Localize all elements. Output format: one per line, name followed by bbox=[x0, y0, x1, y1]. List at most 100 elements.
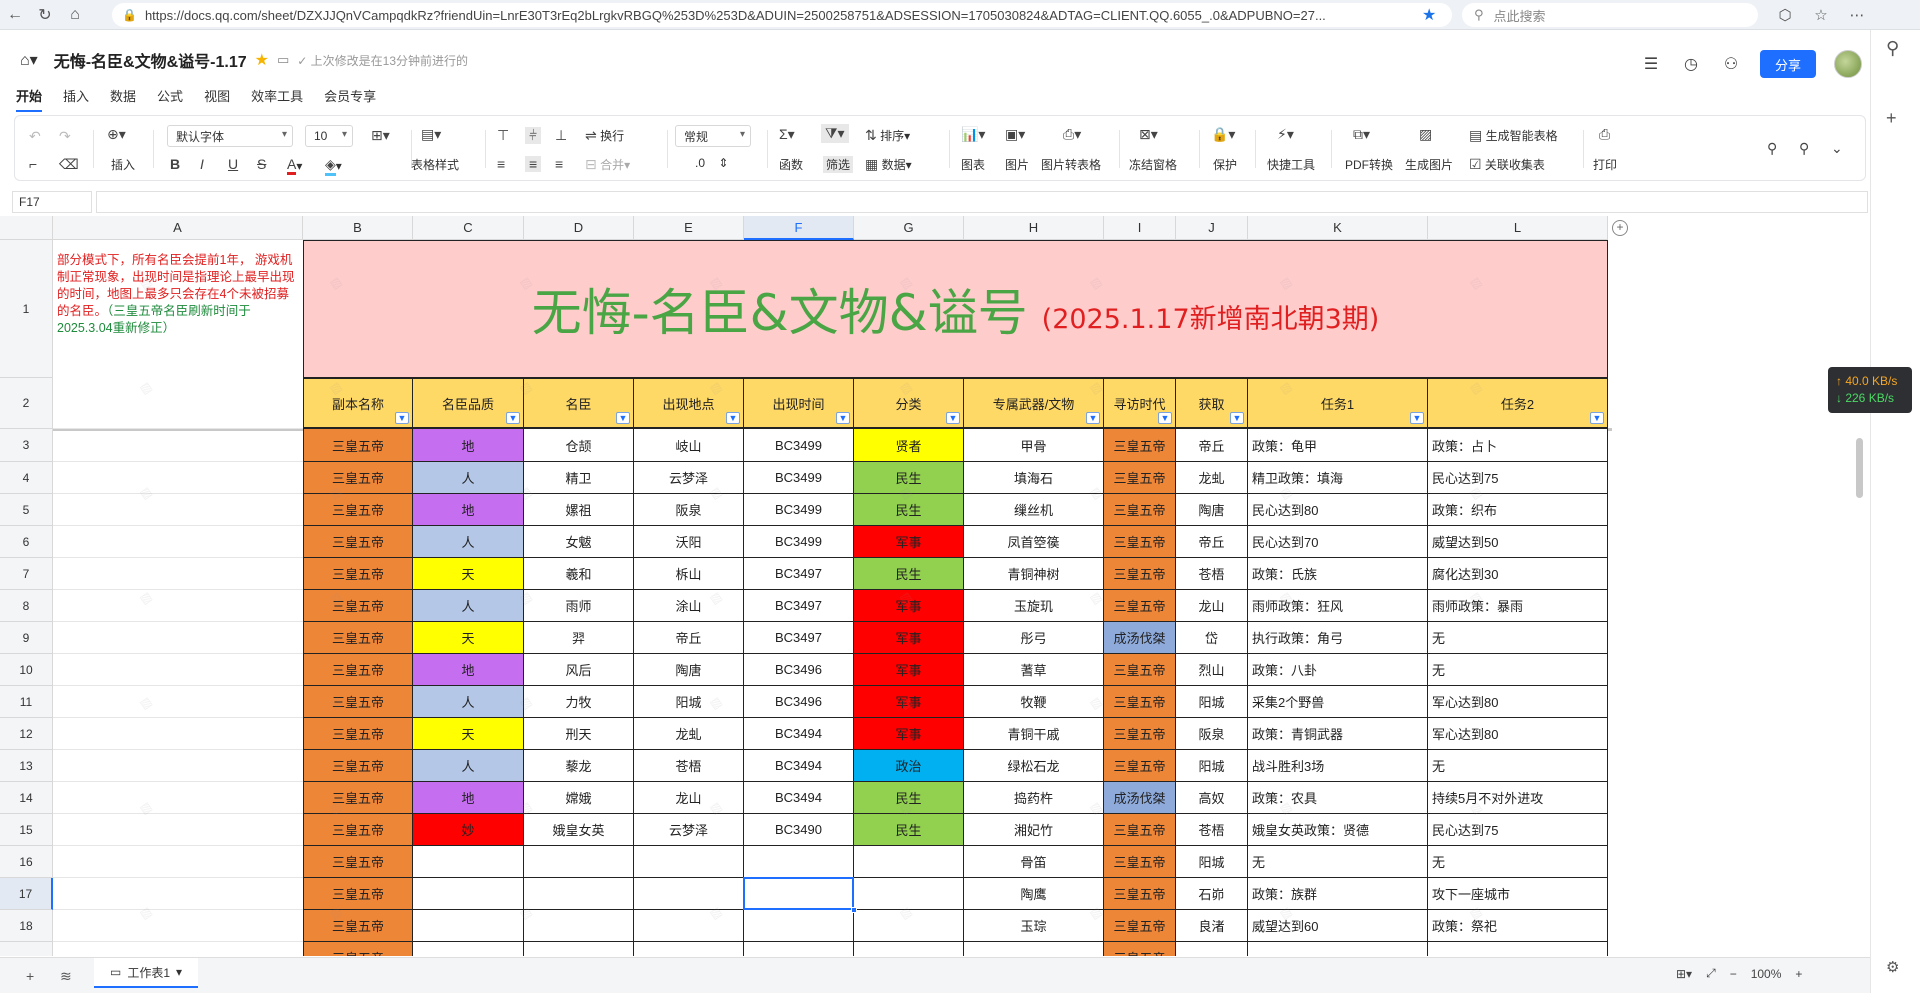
print-button[interactable]: 打印 bbox=[1593, 156, 1617, 173]
doc-home-icon[interactable]: ⌂▾ bbox=[20, 50, 38, 70]
table-cell[interactable]: 捣药杵 bbox=[964, 782, 1104, 814]
table-cell[interactable]: 三皇五帝 bbox=[303, 526, 413, 558]
insert-icon[interactable]: ⊕▾ bbox=[107, 126, 126, 143]
table-cell[interactable] bbox=[634, 910, 744, 942]
sum-icon[interactable]: Σ▾ bbox=[779, 126, 795, 143]
table-cell[interactable]: 龙山 bbox=[634, 782, 744, 814]
table-cell[interactable]: 人 bbox=[413, 750, 524, 782]
table-cell[interactable]: 三皇五帝 bbox=[1104, 494, 1176, 526]
spreadsheet-grid[interactable]: + 部分模式下，所有名臣会提前1年， 游戏机制正常现象，出现时间是指理论上最早出… bbox=[0, 216, 1870, 956]
table-cell[interactable] bbox=[1176, 942, 1248, 956]
row-header[interactable]: 6 bbox=[0, 526, 53, 558]
table-cell[interactable] bbox=[744, 942, 854, 956]
column-header[interactable]: J bbox=[1176, 216, 1248, 240]
column-header[interactable]: K bbox=[1248, 216, 1428, 240]
table-header-cell[interactable]: 分类 ▼ bbox=[854, 378, 964, 429]
table-cell[interactable]: 天 bbox=[413, 622, 524, 654]
table-cell[interactable]: 三皇五帝 bbox=[303, 750, 413, 782]
table-cell[interactable] bbox=[744, 910, 854, 942]
table-cell[interactable]: 甲骨 bbox=[964, 429, 1104, 462]
table-cell[interactable]: BC3494 bbox=[744, 782, 854, 814]
table-cell[interactable]: 威望达到50 bbox=[1428, 526, 1608, 558]
table-cell[interactable] bbox=[524, 846, 634, 878]
table-cell[interactable] bbox=[744, 846, 854, 878]
filter-dropdown-icon[interactable]: ▼ bbox=[395, 412, 409, 424]
table-cell[interactable]: 军事 bbox=[854, 654, 964, 686]
table-cell[interactable]: 女魃 bbox=[524, 526, 634, 558]
row-header[interactable]: 15 bbox=[0, 814, 53, 846]
table-cell[interactable]: 湘妃竹 bbox=[964, 814, 1104, 846]
table-cell[interactable]: BC3496 bbox=[744, 654, 854, 686]
table-cell[interactable]: 高奴 bbox=[1176, 782, 1248, 814]
table-cell[interactable]: 龙虬 bbox=[634, 718, 744, 750]
table-cell[interactable] bbox=[1428, 942, 1608, 956]
redo-icon[interactable]: ↷ bbox=[59, 128, 71, 145]
table-cell[interactable] bbox=[854, 846, 964, 878]
column-header[interactable]: D bbox=[524, 216, 634, 240]
column-header[interactable]: C bbox=[413, 216, 524, 240]
table-cell[interactable]: 政策：八卦 bbox=[1248, 654, 1428, 686]
table-cell[interactable]: 政策：织布 bbox=[1428, 494, 1608, 526]
table-cell[interactable] bbox=[413, 942, 524, 956]
table-cell[interactable]: 三皇五帝 bbox=[1104, 814, 1176, 846]
table-cell[interactable]: 民心达到75 bbox=[1428, 462, 1608, 494]
table-cell[interactable]: 三皇五帝 bbox=[1104, 526, 1176, 558]
function-button[interactable]: 函数 bbox=[779, 156, 803, 173]
reload-icon[interactable]: ↻ bbox=[30, 0, 60, 30]
table-cell[interactable]: 政策：青铜武器 bbox=[1248, 718, 1428, 750]
table-cell[interactable]: 政策：氏族 bbox=[1248, 558, 1428, 590]
table-cell[interactable]: 羲和 bbox=[524, 558, 634, 590]
table-cell[interactable]: 政治 bbox=[854, 750, 964, 782]
table-cell[interactable]: 雨师 bbox=[524, 590, 634, 622]
column-header[interactable]: E bbox=[634, 216, 744, 240]
table-cell[interactable]: 陶唐 bbox=[1176, 494, 1248, 526]
sort-button[interactable]: ⇅ 排序 ▾ bbox=[865, 127, 910, 144]
table-cell[interactable]: 威望达到60 bbox=[1248, 910, 1428, 942]
font-size-select[interactable]: 10 bbox=[305, 125, 353, 147]
align-bottom-icon[interactable]: ⊥ bbox=[555, 127, 567, 144]
menu-tab-data[interactable]: 数据 bbox=[110, 86, 136, 112]
table-cell[interactable]: 三皇五帝 bbox=[1104, 558, 1176, 590]
collaborator-icon[interactable]: ⚇ bbox=[1720, 54, 1742, 74]
table-cell[interactable]: BC3499 bbox=[744, 462, 854, 494]
row-header[interactable] bbox=[0, 942, 53, 956]
column-header[interactable]: L bbox=[1428, 216, 1608, 240]
filter-dropdown-icon[interactable]: ▼ bbox=[1158, 412, 1172, 424]
table-cell[interactable]: BC3497 bbox=[744, 622, 854, 654]
add-column-icon[interactable]: + bbox=[1612, 220, 1628, 236]
image-icon[interactable]: ▣▾ bbox=[1005, 126, 1025, 143]
table-header-cell[interactable]: 任务2 ▼ bbox=[1428, 378, 1608, 429]
table-cell[interactable]: 民心达到70 bbox=[1248, 526, 1428, 558]
table-cell[interactable]: 攻下一座城市 bbox=[1428, 878, 1608, 910]
table-cell[interactable]: 娥皇女英政策：贤德 bbox=[1248, 814, 1428, 846]
extension-icon[interactable]: ⬡ bbox=[1770, 0, 1800, 30]
table-cell[interactable]: 人 bbox=[413, 590, 524, 622]
site-info-icon[interactable]: 🔒 bbox=[122, 8, 137, 22]
table-cell[interactable]: 涂山 bbox=[634, 590, 744, 622]
table-cell[interactable]: 政策：族群 bbox=[1248, 878, 1428, 910]
table-cell[interactable]: 风后 bbox=[524, 654, 634, 686]
vertical-scrollbar[interactable] bbox=[1856, 438, 1863, 498]
table-cell[interactable]: 采集2个野兽 bbox=[1248, 686, 1428, 718]
filter-dropdown-icon[interactable]: ▼ bbox=[1410, 412, 1424, 424]
filter-dropdown-icon[interactable]: ▼ bbox=[1590, 412, 1604, 424]
italic-icon[interactable]: I bbox=[200, 156, 204, 172]
share-button[interactable]: 分享 bbox=[1760, 50, 1816, 78]
find-icon[interactable]: ⚲ bbox=[1799, 140, 1809, 157]
table-cell[interactable]: 民心达到80 bbox=[1248, 494, 1428, 526]
table-style-icon[interactable]: ▤▾ bbox=[421, 126, 441, 143]
table-cell[interactable]: 天 bbox=[413, 718, 524, 750]
align-center-icon[interactable]: ≡ bbox=[525, 156, 542, 172]
table-cell[interactable]: 陶鹰 bbox=[964, 878, 1104, 910]
table-cell[interactable]: 力牧 bbox=[524, 686, 634, 718]
table-cell[interactable]: 骨笛 bbox=[964, 846, 1104, 878]
table-cell[interactable]: 玉琮 bbox=[964, 910, 1104, 942]
cell-a1-note[interactable]: 部分模式下，所有名臣会提前1年， 游戏机制正常现象，出现时间是指理论上最早出现的… bbox=[53, 240, 303, 378]
table-cell[interactable]: 藜龙 bbox=[524, 750, 634, 782]
table-cell[interactable]: 凤首箜篌 bbox=[964, 526, 1104, 558]
generate-image-button[interactable]: 生成图片 bbox=[1405, 156, 1453, 173]
table-cell[interactable]: 帝丘 bbox=[1176, 429, 1248, 462]
filter-dropdown-icon[interactable]: ▼ bbox=[946, 412, 960, 424]
row-header[interactable]: 12 bbox=[0, 718, 53, 750]
merge-cells-button[interactable]: ⊟ 合并 ▾ bbox=[585, 156, 630, 173]
